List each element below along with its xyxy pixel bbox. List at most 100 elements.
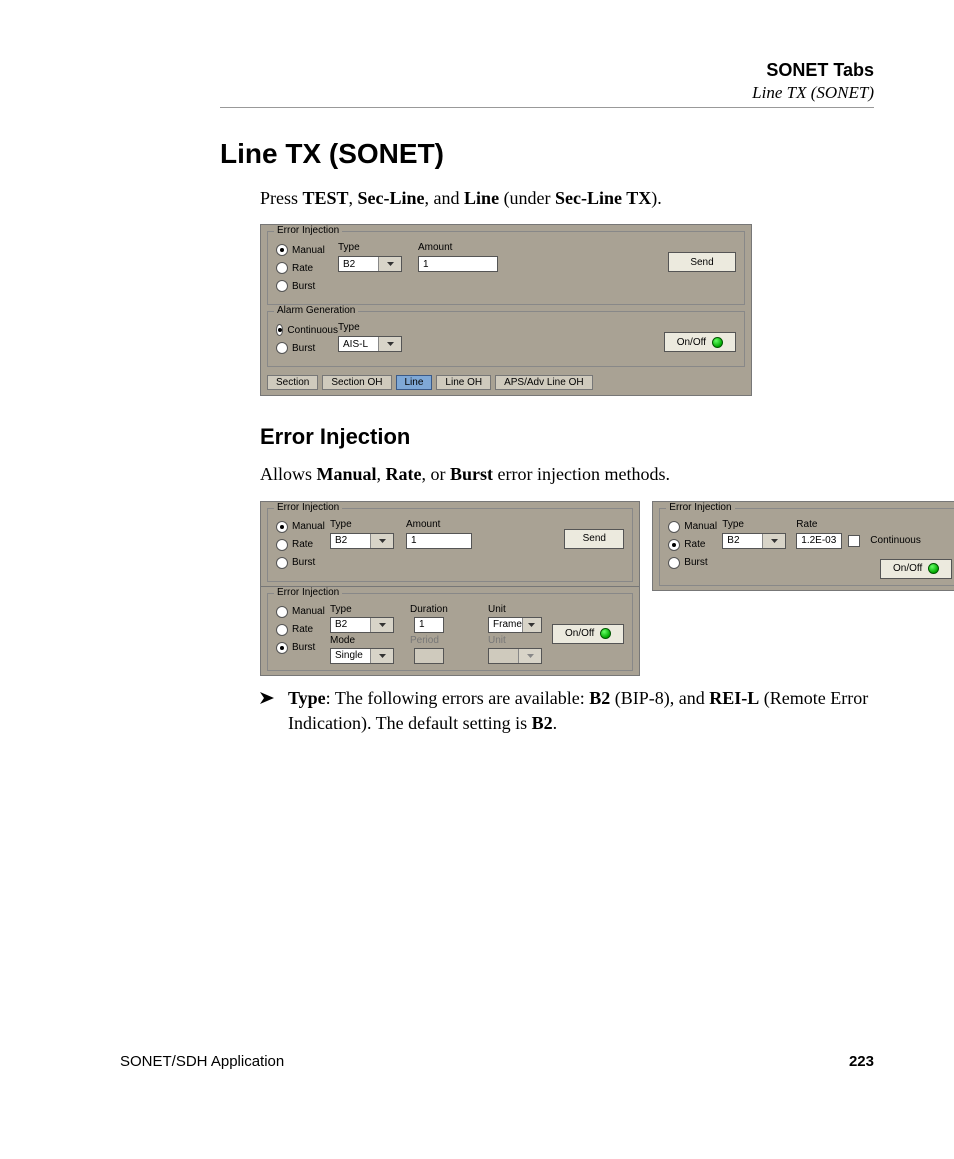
alarm-type-label: Type (338, 322, 402, 333)
input-value: 1 (415, 619, 429, 630)
type-combo[interactable]: B2 (338, 256, 402, 272)
radio-label: Burst (292, 281, 315, 292)
tab-label: APS/Adv Line OH (504, 377, 583, 388)
intro-paragraph: Press TEST, Sec-Line, and Line (under Se… (260, 186, 874, 210)
radio-label: Rate (684, 539, 705, 550)
text-bold: Sec-Line (358, 188, 425, 208)
group-legend: Error Injection (274, 587, 342, 598)
mode-radios: Manual Rate Burst (276, 242, 338, 298)
footer-page-number: 223 (849, 1053, 874, 1070)
subsection-title: Error Injection (260, 424, 874, 450)
send-button[interactable]: Send (564, 529, 624, 549)
chevron-down-icon (378, 257, 401, 271)
type-combo[interactable]: B2 (330, 617, 394, 633)
text: error injection methods. (493, 464, 670, 484)
unit2-combo (488, 648, 542, 664)
combo-value: AIS-L (339, 339, 372, 350)
tab-section-oh[interactable]: Section OH (322, 375, 391, 390)
text: ). (651, 188, 662, 208)
type-combo[interactable]: B2 (722, 533, 786, 549)
radio-dot-icon (668, 557, 680, 569)
button-label: On/Off (893, 563, 922, 574)
radio-dot-icon (668, 539, 680, 551)
radio-label: Continuous (287, 325, 338, 336)
radio-burst[interactable]: Burst (276, 642, 330, 654)
radio-burst-alarm[interactable]: Burst (276, 342, 338, 354)
group-legend: Error Injection (274, 225, 342, 236)
bullet-text: Type: The following errors are available… (288, 686, 874, 736)
amount-input[interactable]: 1 (418, 256, 498, 272)
error-injection-burst-panel: Error Injection Manual Rate Burst Type D… (260, 587, 640, 676)
rate-input[interactable]: 1.2E-03 (796, 533, 842, 549)
button-label: Send (583, 533, 606, 544)
type-combo[interactable]: B2 (330, 533, 394, 549)
chevron-down-icon (762, 534, 785, 548)
text-bold: Line (464, 188, 499, 208)
text-bold: TEST (303, 188, 349, 208)
header-section: Line TX (SONET) (220, 83, 874, 103)
combo-value: B2 (723, 535, 743, 546)
send-button[interactable]: Send (668, 252, 736, 272)
radio-label: Rate (292, 624, 313, 635)
unit-combo[interactable]: Frames (488, 617, 542, 633)
line-tx-panel: Error Injection Manual Rate Burst Type B… (260, 224, 752, 396)
onoff-button[interactable]: On/Off (880, 559, 952, 579)
group-legend: Alarm Generation (274, 305, 358, 316)
radio-label: Manual (292, 521, 325, 532)
tab-line[interactable]: Line (396, 375, 433, 390)
radio-burst[interactable]: Burst (276, 557, 330, 569)
status-led-icon (928, 563, 939, 574)
burst-unit-col: Unit Frames Unit (488, 604, 542, 664)
type-label: Type (338, 242, 402, 253)
radio-manual[interactable]: Manual (668, 521, 722, 533)
mode-combo[interactable]: Single (330, 648, 394, 664)
onoff-button[interactable]: On/Off (664, 332, 736, 352)
duration-label: Duration (410, 604, 478, 615)
tab-bar: Section Section OH Line Line OH APS/Adv … (261, 371, 751, 395)
radio-label: Rate (292, 539, 313, 550)
radio-rate[interactable]: Rate (276, 262, 338, 274)
radio-burst[interactable]: Burst (276, 280, 338, 292)
tab-label: Line OH (445, 377, 482, 388)
footer-app: SONET/SDH Application (120, 1053, 284, 1070)
radio-dot-icon (276, 606, 288, 618)
radio-manual[interactable]: Manual (276, 521, 330, 533)
radio-dot-icon (276, 324, 283, 336)
radio-manual[interactable]: Manual (276, 606, 330, 618)
radio-rate[interactable]: Rate (276, 539, 330, 551)
radio-dot-icon (276, 280, 288, 292)
combo-value: Single (331, 650, 367, 661)
button-label: On/Off (677, 337, 706, 348)
text-bold: Manual (317, 464, 377, 484)
type-label: Type (330, 519, 394, 530)
radio-rate[interactable]: Rate (276, 624, 330, 636)
continuous-label: Continuous (870, 535, 921, 546)
bullet-arrow-icon (260, 692, 278, 704)
radio-manual[interactable]: Manual (276, 244, 338, 256)
page-title: Line TX (SONET) (220, 138, 874, 170)
continuous-checkbox[interactable] (848, 535, 860, 547)
radio-label: Rate (292, 263, 313, 274)
chevron-down-icon (370, 649, 393, 663)
tab-aps-adv[interactable]: APS/Adv Line OH (495, 375, 592, 390)
tab-section[interactable]: Section (267, 375, 318, 390)
tab-line-oh[interactable]: Line OH (436, 375, 491, 390)
alarm-type-combo[interactable]: AIS-L (338, 336, 402, 352)
radio-rate[interactable]: Rate (668, 539, 722, 551)
error-injection-group: Error Injection Manual Rate Burst Type B… (267, 508, 633, 582)
combo-value: B2 (331, 535, 351, 546)
amount-input[interactable]: 1 (406, 533, 472, 549)
radio-continuous[interactable]: Continuous (276, 324, 338, 336)
page-header: SONET Tabs Line TX (SONET) (220, 60, 874, 108)
radio-burst[interactable]: Burst (668, 557, 722, 569)
error-injection-group: Error Injection Manual Rate Burst Type B… (267, 231, 745, 305)
duration-input[interactable]: 1 (414, 617, 444, 633)
tab-label: Section (276, 377, 309, 388)
type-label: Type (330, 604, 394, 615)
onoff-button[interactable]: On/Off (552, 624, 624, 644)
header-chapter: SONET Tabs (220, 60, 874, 81)
radio-dot-icon (276, 557, 288, 569)
chevron-down-icon (370, 534, 393, 548)
status-led-icon (600, 628, 611, 639)
radio-dot-icon (276, 539, 288, 551)
